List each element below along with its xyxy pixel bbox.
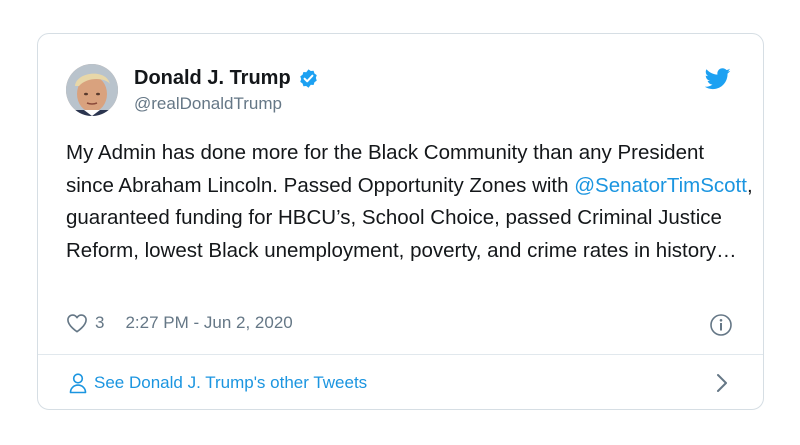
author-name-row: Donald J. Trump [134, 66, 319, 90]
verified-badge-icon [299, 68, 317, 88]
chevron-right-icon[interactable] [715, 373, 729, 393]
like-count: 3 [95, 313, 105, 332]
see-other-tweets-link[interactable]: See Donald J. Trump's other Tweets [38, 355, 763, 410]
person-icon [69, 372, 87, 393]
avatar[interactable] [66, 64, 118, 116]
display-name[interactable]: Donald J. Trump [134, 66, 291, 90]
heart-icon[interactable] [66, 313, 88, 333]
twitter-bird-icon[interactable] [705, 68, 731, 90]
timestamp[interactable]: 2:27 PM - Jun 2, 2020 [125, 313, 292, 333]
tweet-meta: 3 2:27 PM - Jun 2, 2020 [66, 313, 293, 333]
user-handle[interactable]: @realDonaldTrump [134, 94, 282, 114]
tweet-card: Donald J. Trump @realDonaldTrump My Admi… [37, 33, 764, 410]
see-other-tweets-label[interactable]: See Donald J. Trump's other Tweets [94, 373, 367, 393]
info-icon[interactable] [709, 313, 733, 337]
tweet-text: My Admin has done more for the Black Com… [66, 137, 756, 267]
mention-link[interactable]: @SenatorTimScott [574, 174, 747, 197]
